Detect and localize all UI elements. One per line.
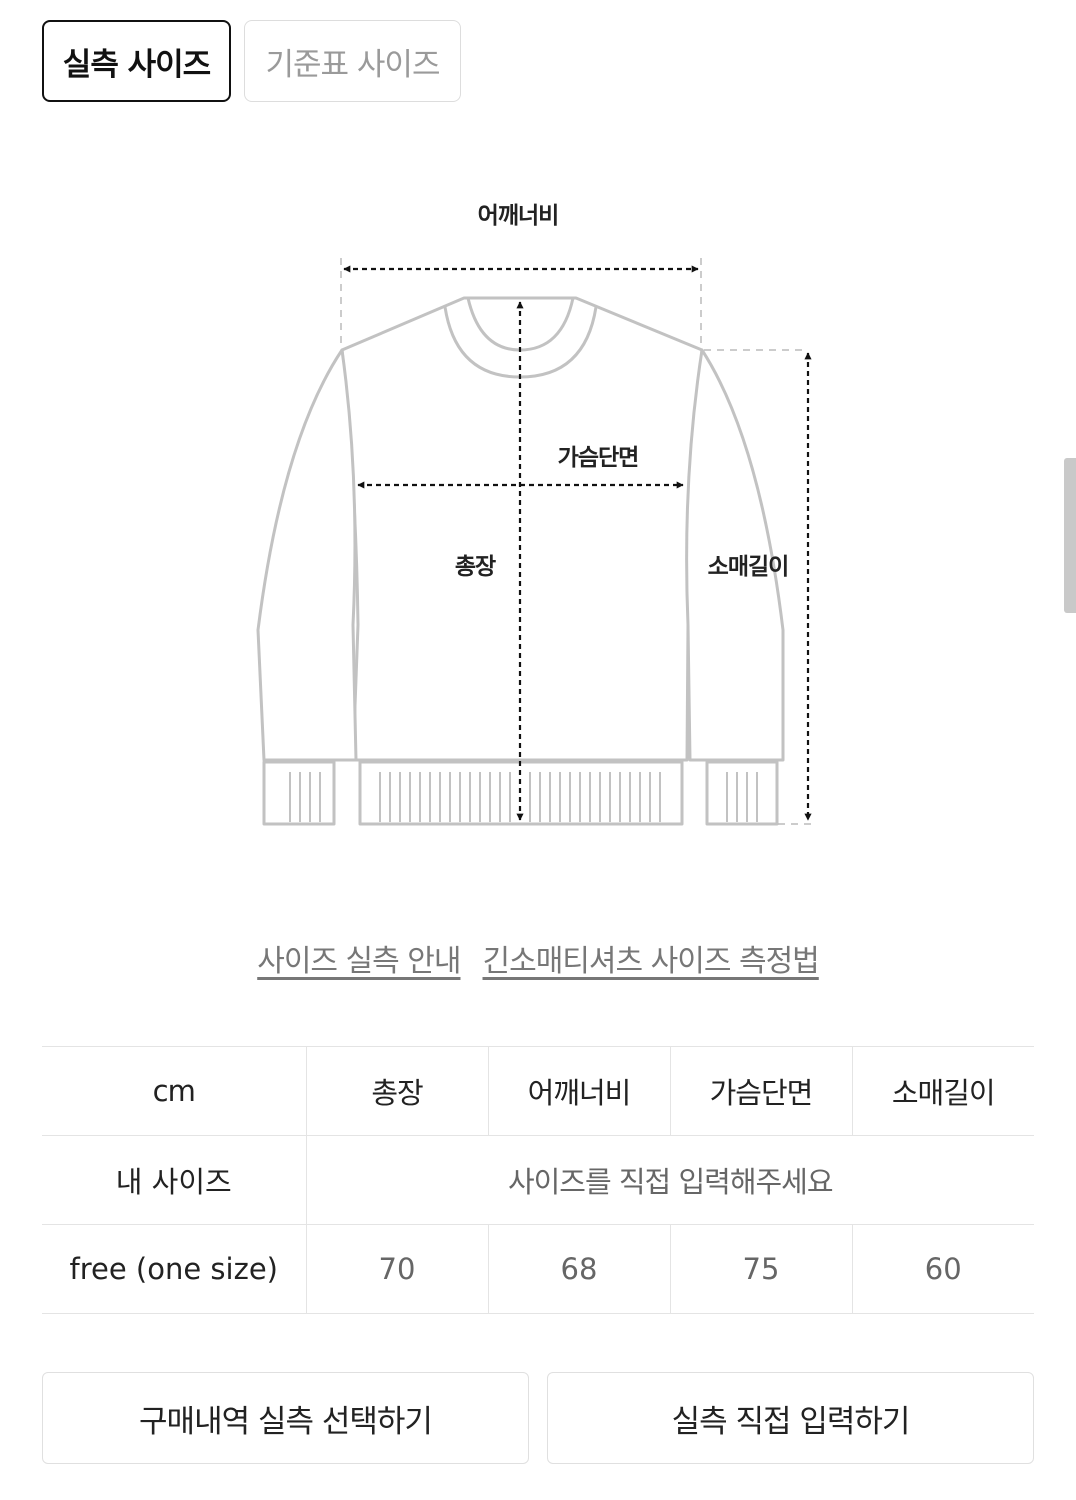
measure-method-link[interactable]: 긴소매티셔츠 사이즈 측정법 bbox=[483, 936, 820, 980]
my-size-input-prompt[interactable]: 사이즈를 직접 입력해주세요 bbox=[305, 1135, 1034, 1225]
my-size-label: 내 사이즈 bbox=[42, 1135, 306, 1225]
sleeve-label: 소매길이 bbox=[708, 554, 789, 580]
value-length: 70 bbox=[305, 1224, 488, 1314]
tab-standard-size[interactable]: 기준표 사이즈 bbox=[244, 20, 461, 102]
chest-label: 가슴단면 bbox=[558, 445, 639, 471]
size-guide-link[interactable]: 사이즈 실측 안내 bbox=[257, 936, 461, 980]
table-header-row: cm 총장 어깨너비 가슴단면 소매길이 bbox=[42, 1046, 1034, 1136]
tab-actual-size[interactable]: 실측 사이즈 bbox=[42, 20, 231, 102]
size-name: free (one size) bbox=[42, 1224, 306, 1314]
column-header-sleeve: 소매길이 bbox=[851, 1046, 1034, 1136]
length-label: 총장 bbox=[455, 554, 496, 580]
column-header-chest: 가슴단면 bbox=[669, 1046, 852, 1136]
value-shoulder: 68 bbox=[487, 1224, 670, 1314]
shoulder-label: 어깨너비 bbox=[478, 203, 559, 229]
column-header-shoulder: 어깨너비 bbox=[487, 1046, 670, 1136]
unit-header: cm bbox=[42, 1046, 306, 1136]
scrollbar-thumb[interactable] bbox=[1064, 458, 1076, 613]
select-from-purchase-history-button[interactable]: 구매내역 실측 선택하기 bbox=[42, 1372, 529, 1464]
column-header-length: 총장 bbox=[305, 1046, 488, 1136]
my-size-row[interactable]: 내 사이즈 사이즈를 직접 입력해주세요 bbox=[42, 1135, 1034, 1225]
value-chest: 75 bbox=[669, 1224, 852, 1314]
size-measurement-diagram: 어깨너비 가슴단면 총장 소매길이 bbox=[256, 203, 815, 826]
size-table: cm 총장 어깨너비 가슴단면 소매길이 내 사이즈 사이즈를 직접 입력해주세… bbox=[42, 1046, 1034, 1314]
value-sleeve: 60 bbox=[851, 1224, 1034, 1314]
table-row: free (one size) 70 68 75 60 bbox=[42, 1224, 1034, 1314]
enter-measurements-manually-button[interactable]: 실측 직접 입력하기 bbox=[547, 1372, 1034, 1464]
size-guide-links: 사이즈 실측 안내 긴소매티셔츠 사이즈 측정법 bbox=[0, 936, 1076, 980]
